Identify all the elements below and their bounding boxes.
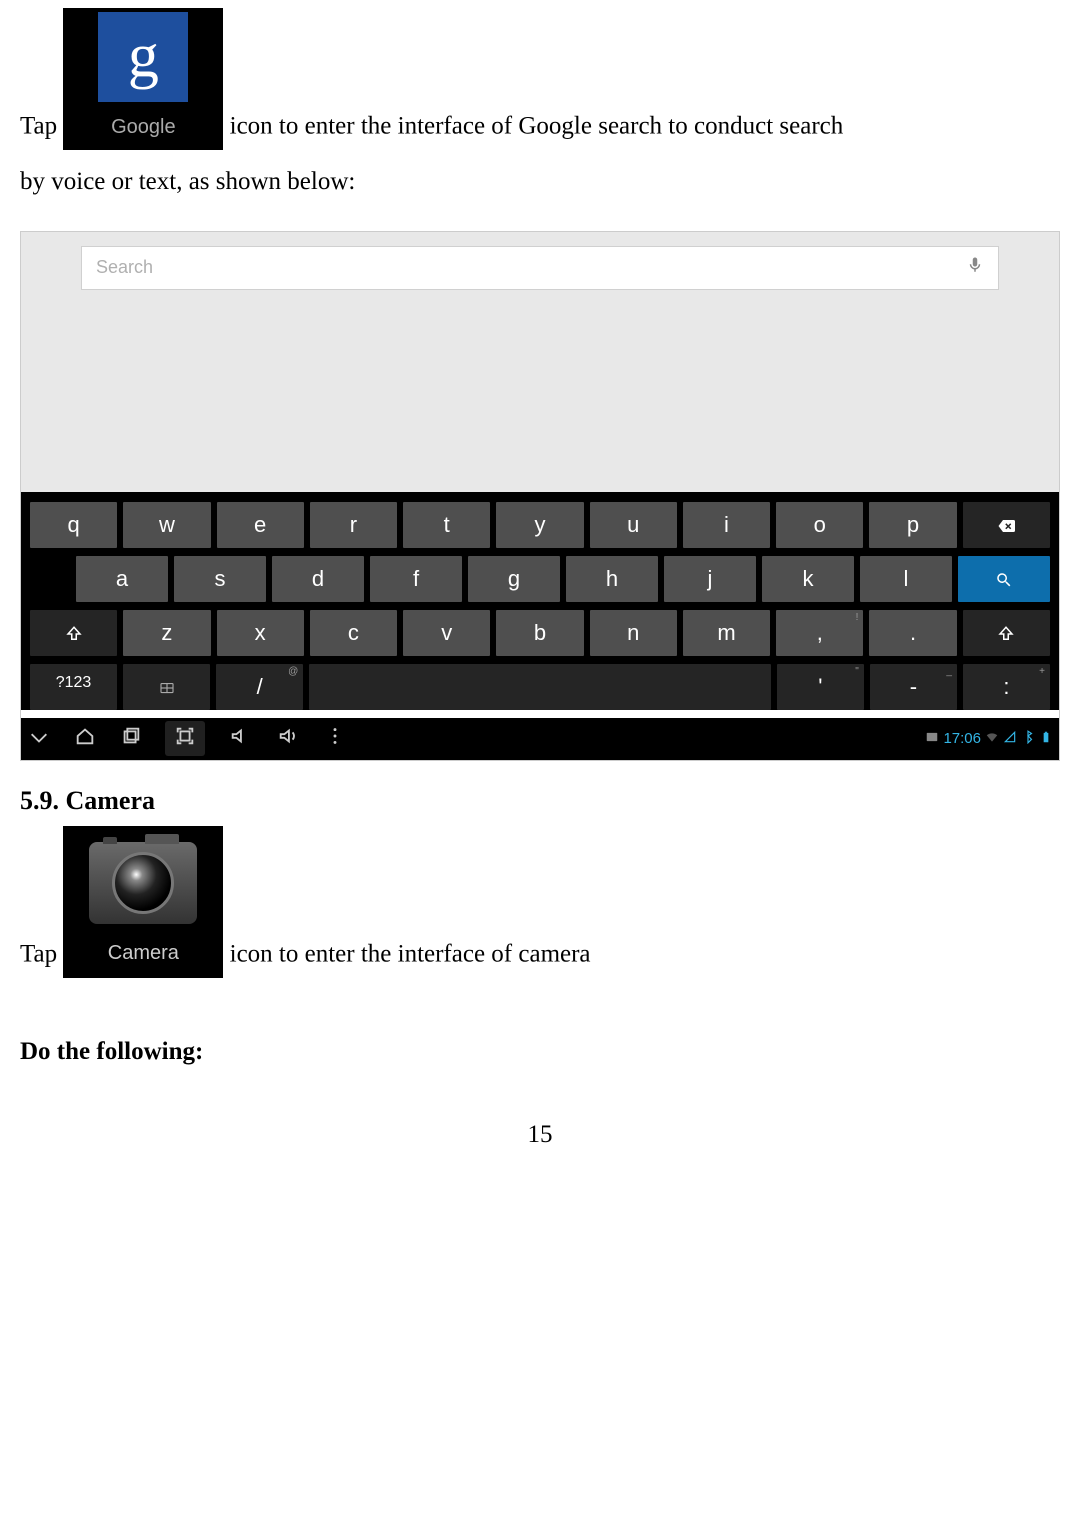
key-e[interactable]: e bbox=[217, 502, 304, 548]
key-z[interactable]: z bbox=[123, 610, 210, 656]
key-u[interactable]: u bbox=[590, 502, 677, 548]
key-y[interactable]: y bbox=[496, 502, 583, 548]
key-b[interactable]: b bbox=[496, 610, 583, 656]
do-following-heading: Do the following: bbox=[20, 1038, 1060, 1066]
section-title-camera: 5.9. Camera bbox=[20, 786, 1060, 816]
key-slash[interactable]: /@ bbox=[216, 664, 303, 710]
status-wifi-icon bbox=[985, 730, 999, 748]
nav-more-icon[interactable] bbox=[323, 725, 347, 752]
key-r[interactable]: r bbox=[310, 502, 397, 548]
key-k[interactable]: k bbox=[762, 556, 854, 602]
key-shift-right[interactable] bbox=[963, 610, 1050, 656]
key-q[interactable]: q bbox=[30, 502, 117, 548]
paragraph-camera: Tap Camera icon to enter the interface o… bbox=[20, 826, 1060, 978]
key-t[interactable]: t bbox=[403, 502, 490, 548]
camera-app-icon: Camera bbox=[63, 826, 223, 978]
status-bluetooth-icon bbox=[1021, 730, 1035, 748]
key-h[interactable]: h bbox=[566, 556, 658, 602]
android-navbar: 17:06 bbox=[21, 718, 1059, 760]
key-comma[interactable]: ,! bbox=[776, 610, 863, 656]
kb-row-3: z x c v b n m ,! . bbox=[27, 610, 1053, 656]
key-spacebar[interactable] bbox=[309, 664, 771, 710]
key-f[interactable]: f bbox=[370, 556, 462, 602]
key-l[interactable]: l bbox=[860, 556, 952, 602]
key-period[interactable]: . bbox=[869, 610, 956, 656]
tap-text: Tap bbox=[20, 113, 57, 140]
status-image-icon bbox=[925, 730, 939, 748]
tap-text-after: icon to enter the interface of Google se… bbox=[230, 113, 844, 140]
key-w[interactable]: w bbox=[123, 502, 210, 548]
key-shift-left[interactable] bbox=[30, 610, 117, 656]
on-screen-keyboard: q w e r t y u i o p a s d f g h j k l bbox=[21, 492, 1059, 710]
search-placeholder: Search bbox=[96, 257, 966, 278]
key-j[interactable]: j bbox=[664, 556, 756, 602]
key-m[interactable]: m bbox=[683, 610, 770, 656]
google-search-screenshot: Search q w e r t y u i o p a s bbox=[20, 231, 1060, 761]
nav-recent-icon[interactable] bbox=[119, 725, 143, 752]
key-language[interactable] bbox=[123, 664, 210, 710]
nav-volume-up-icon[interactable] bbox=[275, 725, 301, 752]
status-time: 17:06 bbox=[943, 730, 981, 747]
page-number: 15 bbox=[20, 1121, 1060, 1149]
kb-row-1: q w e r t y u i o p bbox=[27, 502, 1053, 548]
paragraph-google-line2: by voice or text, as shown below: bbox=[20, 158, 1060, 206]
kb-row-2: a s d f g h j k l bbox=[27, 556, 1053, 602]
key-g[interactable]: g bbox=[468, 556, 560, 602]
nav-screenshot-icon[interactable] bbox=[165, 721, 205, 756]
key-p[interactable]: p bbox=[869, 502, 956, 548]
key-backspace[interactable] bbox=[963, 502, 1050, 548]
key-c[interactable]: c bbox=[310, 610, 397, 656]
search-area: Search bbox=[21, 232, 1059, 492]
key-mode-switch[interactable]: ?123 bbox=[30, 664, 117, 710]
key-colon[interactable]: :+ bbox=[963, 664, 1050, 710]
tap-text-2-after: icon to enter the interface of camera bbox=[230, 940, 591, 967]
search-bar[interactable]: Search bbox=[81, 246, 999, 290]
status-signal-icon bbox=[1003, 730, 1017, 748]
key-o[interactable]: o bbox=[776, 502, 863, 548]
nav-volume-down-icon[interactable] bbox=[227, 725, 253, 752]
camera-icon-label: Camera bbox=[108, 934, 179, 972]
google-app-icon: g Google bbox=[63, 8, 223, 150]
key-i[interactable]: i bbox=[683, 502, 770, 548]
nav-hide-icon[interactable] bbox=[27, 725, 51, 752]
status-bar: 17:06 bbox=[925, 730, 1053, 748]
status-battery-icon bbox=[1039, 730, 1053, 748]
google-icon-label: Google bbox=[111, 108, 176, 146]
key-d[interactable]: d bbox=[272, 556, 364, 602]
key-x[interactable]: x bbox=[217, 610, 304, 656]
kb-row-4: ?123 /@ '" -_ :+ bbox=[27, 664, 1053, 710]
key-n[interactable]: n bbox=[590, 610, 677, 656]
key-search[interactable] bbox=[958, 556, 1050, 602]
key-dash[interactable]: -_ bbox=[870, 664, 957, 710]
key-v[interactable]: v bbox=[403, 610, 490, 656]
tap-text-2: Tap bbox=[20, 940, 57, 967]
key-apostrophe[interactable]: '" bbox=[777, 664, 864, 710]
paragraph-google: Tap g Google icon to enter the interface… bbox=[20, 8, 1060, 150]
nav-home-icon[interactable] bbox=[73, 725, 97, 752]
microphone-icon[interactable] bbox=[966, 253, 984, 282]
key-a[interactable]: a bbox=[76, 556, 168, 602]
key-s[interactable]: s bbox=[174, 556, 266, 602]
